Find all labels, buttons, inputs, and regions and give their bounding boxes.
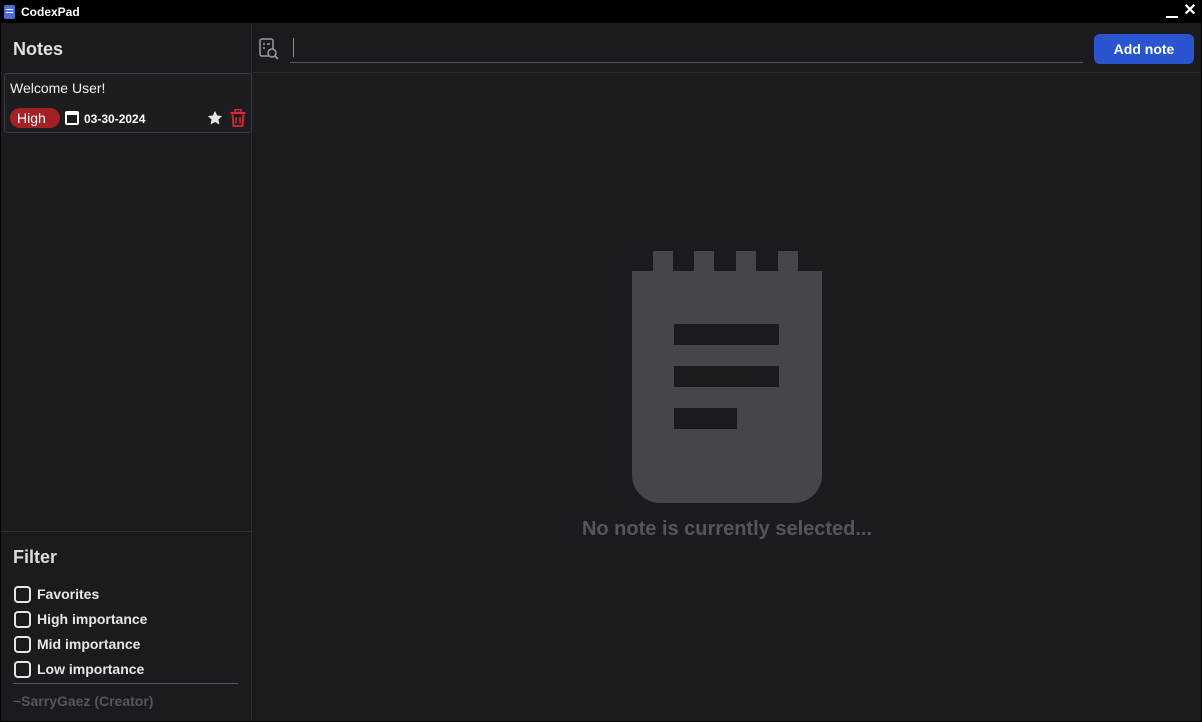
search-notes-icon[interactable]	[259, 38, 279, 60]
title-bar: CodexPad ✕	[1, 1, 1201, 23]
checkbox[interactable]	[14, 585, 31, 603]
creator-credit: ~SarryGaez (Creator)	[13, 693, 154, 709]
filter-low-importance[interactable]: Low importance	[14, 659, 144, 679]
divider	[13, 683, 238, 684]
filter-label: Favorites	[37, 586, 100, 602]
filter-mid-importance[interactable]: Mid importance	[14, 634, 140, 654]
empty-state-message: No note is currently selected...	[581, 518, 873, 540]
star-icon[interactable]	[206, 109, 224, 127]
minimize-icon	[1166, 16, 1178, 18]
checkbox[interactable]	[14, 610, 31, 628]
sidebar: Notes Welcome User! High 03-30-2024 Filt…	[1, 23, 252, 721]
filter-label: Low importance	[37, 661, 145, 677]
filter-label: High importance	[37, 611, 148, 627]
top-bar: Add note	[253, 23, 1201, 73]
trash-icon[interactable]	[230, 109, 246, 127]
priority-badge: High	[10, 108, 60, 128]
main-panel: Add note No note is currently selected..…	[253, 23, 1201, 721]
text-caret	[293, 38, 294, 57]
checkbox[interactable]	[14, 660, 31, 678]
close-button[interactable]: ✕	[1181, 1, 1199, 23]
filter-panel: Filter Favorites High importance Mid imp…	[1, 531, 252, 721]
filter-label: Mid importance	[37, 636, 141, 652]
note-title: Welcome User!	[10, 80, 106, 96]
sidebar-title: Notes	[13, 39, 64, 59]
filter-title: Filter	[13, 547, 58, 567]
close-icon: ✕	[1183, 2, 1197, 19]
calendar-icon	[65, 111, 79, 125]
minimize-button[interactable]	[1163, 1, 1181, 23]
checkbox[interactable]	[14, 635, 31, 653]
note-date: 03-30-2024	[84, 112, 146, 126]
app-window: CodexPad ✕ Notes Welcome User! High 03-3…	[1, 1, 1201, 721]
note-list-item[interactable]: Welcome User! High 03-30-2024	[4, 73, 252, 133]
filter-high-importance[interactable]: High importance	[14, 609, 147, 629]
window-title: CodexPad	[21, 5, 80, 19]
app-logo-icon	[4, 5, 15, 19]
add-note-button[interactable]: Add note	[1094, 34, 1194, 64]
search-input[interactable]	[290, 36, 1083, 63]
filter-favorites[interactable]: Favorites	[14, 584, 99, 604]
notepad-icon	[632, 251, 822, 503]
